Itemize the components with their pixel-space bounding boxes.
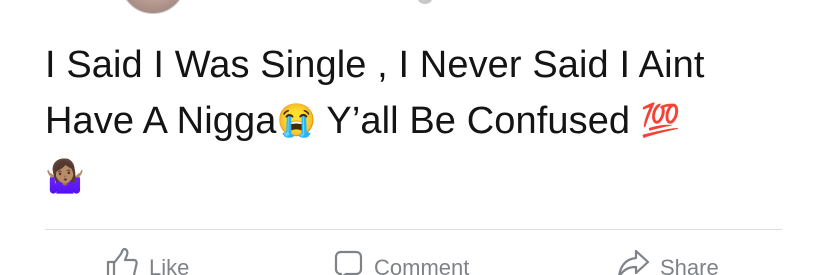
header-dot	[418, 0, 432, 4]
thumbs-up-icon	[106, 248, 138, 275]
post-text-line-2: Have A Nigga😭 Y’all Be Confused 💯	[45, 93, 805, 149]
shrug-emoji: 🤷🏽‍♀️	[45, 158, 85, 194]
crying-face-emoji: 😭	[276, 102, 317, 138]
share-button[interactable]: Share	[616, 248, 719, 275]
post-text-line-1: I Said I Was Single , I Never Said I Ain…	[45, 44, 705, 86]
like-button[interactable]: Like	[105, 248, 189, 275]
comment-button[interactable]: Comment	[332, 248, 469, 275]
post-header	[0, 0, 827, 14]
comment-label: Comment	[374, 255, 470, 275]
post-text-line-3: 🤷🏽‍♀️	[45, 149, 805, 205]
avatar[interactable]	[120, 0, 186, 14]
post-text-segment: Have A Nigga	[45, 100, 277, 142]
share-icon	[618, 249, 650, 275]
like-label: Like	[149, 255, 190, 275]
share-label: Share	[660, 255, 719, 275]
comment-icon	[334, 250, 363, 275]
post-text-segment: Y’all Be Confused	[316, 100, 641, 142]
hundred-points-emoji: 💯	[640, 102, 681, 138]
divider	[45, 229, 782, 230]
post-text: I Said I Was Single , I Never Said I Ain…	[45, 38, 805, 205]
action-bar: Like Comment Share	[0, 242, 827, 275]
post-card: I Said I Was Single , I Never Said I Ain…	[0, 0, 827, 275]
